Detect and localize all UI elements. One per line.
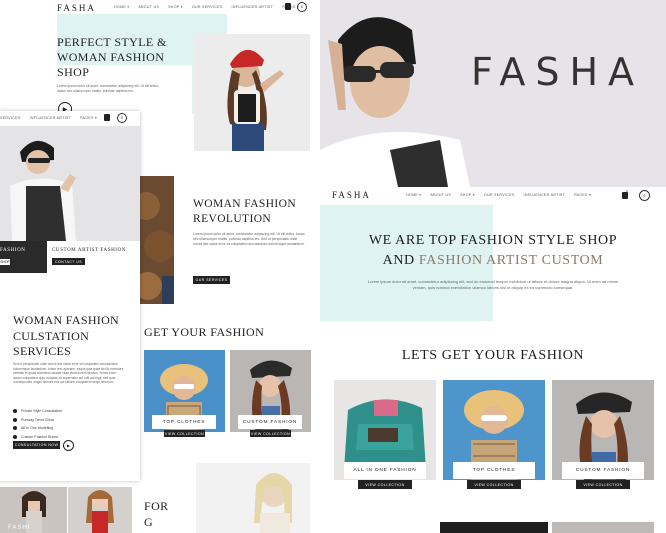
- panel-a-hero-text: Lorem ipsum dolor sit amet, consectetur …: [57, 84, 159, 93]
- check-icon: [13, 434, 17, 439]
- cart-icon[interactable]: [285, 3, 291, 10]
- nav-item-services[interactable]: SERVICES: [0, 116, 21, 120]
- panel-c: FASHA FASHA HOME ▾ ABOUT US SHOP ▾ OUR S…: [320, 0, 666, 533]
- view-collection-button[interactable]: VIEW COLLECTION: [467, 480, 521, 489]
- list-item-label: Private Style Consultation: [21, 409, 63, 414]
- panel-b-banner-left: FASHION: [0, 248, 26, 253]
- panel-b-nav: SERVICES INFLUENCER ARTIST PAGES ▾: [0, 116, 97, 120]
- card-label-top-clothes: TOP CLOTHES: [453, 462, 535, 479]
- panel-b-banner-dark: [0, 241, 47, 273]
- nav-item-about[interactable]: ABOUT US: [430, 193, 451, 197]
- panel-a-revolution-text: Lorem ipsum dolor sit amet, consectetur …: [193, 232, 305, 246]
- panel-b-services-text: Sed ut perspiciatis unde omnis iste natu…: [13, 362, 124, 385]
- bottom-dark-block: [440, 522, 548, 533]
- search-icon[interactable]: ⌕: [639, 190, 650, 201]
- panel-c-nav: HOME ▾ ABOUT US SHOP ▾ OUR SERVICES INFL…: [406, 193, 591, 197]
- card-label-top-clothes: TOP CLOTHES: [152, 415, 216, 429]
- view-collection-button[interactable]: VIEW COLLECTION: [576, 480, 630, 489]
- panel-a-logo[interactable]: FASHA: [57, 3, 96, 13]
- cart-icon[interactable]: [622, 192, 628, 199]
- panel-c-headline-2: AND FASHION ARTIST CUSTOM: [320, 253, 666, 269]
- our-services-button[interactable]: OUR SERVICES: [193, 276, 230, 284]
- nav-item-home[interactable]: HOME ▾: [114, 5, 129, 9]
- list-item: All In One Modelling: [13, 424, 123, 433]
- panel-a-revolution-title: WOMAN FASHION REVOLUTION: [193, 198, 297, 225]
- headline-plain: AND: [382, 253, 415, 268]
- panel-a-bottom-fashion: FASHI: [8, 525, 31, 531]
- nav-item-services[interactable]: OUR SERVICES: [192, 5, 223, 9]
- bottom-blonde-photo: [196, 463, 310, 533]
- panel-a-g-text: G: [144, 515, 153, 529]
- panel-a-hero-title: PERFECT STYLE & WOMAN FASHION SHOP: [57, 35, 167, 79]
- search-icon[interactable]: ⌕: [297, 2, 307, 12]
- headline-accent: FASHION ARTIST CUSTOM: [418, 253, 604, 268]
- panel-b-banner-right: CUSTOM ARTIST FASHION: [52, 248, 126, 253]
- panel-a-get-fashion-title: GET YOUR FASHION: [144, 325, 265, 339]
- list-item-label: Runway Trend Show: [21, 417, 55, 422]
- panel-b-hero-photo: [0, 126, 140, 241]
- bottom-photo-red-dress: [68, 487, 132, 533]
- panel-b-services-title: WOMAN FASHION CULSTATION SERVICES: [13, 313, 120, 358]
- panel-c-logo[interactable]: FASHA: [332, 190, 371, 200]
- card-label-custom-fashion: CUSTOM FASHION: [562, 462, 644, 479]
- list-item-label: Custom Fashion Brand: [21, 434, 58, 439]
- search-icon[interactable]: ⌕: [117, 113, 127, 123]
- nav-item-about[interactable]: ABOUT US: [138, 5, 159, 9]
- nav-item-pages[interactable]: PAGES ▾: [574, 193, 591, 197]
- view-collection-button[interactable]: VIEW COLLECTION: [250, 430, 291, 437]
- panel-c-headline-1: WE ARE TOP FASHION STYLE SHOP: [368, 233, 618, 248]
- card-label-all-in-one: ALL IN ONE FASHION: [344, 462, 426, 479]
- nav-item-pages[interactable]: PAGES ▾: [80, 116, 97, 120]
- list-item: Runway Trend Show: [13, 416, 123, 425]
- hero-photo-red-beanie: [194, 34, 310, 151]
- check-icon: [13, 417, 17, 422]
- services-list: Private Style Consultation Runway Trend …: [13, 407, 123, 441]
- curly-hair-photo: [140, 176, 174, 304]
- list-item: Private Style Consultation: [13, 407, 123, 416]
- bottom-grey-block: [552, 522, 654, 533]
- nav-item-influencer[interactable]: INFLUENCER ARTIST: [524, 193, 566, 197]
- check-icon: [13, 426, 17, 431]
- view-collection-button[interactable]: VIEW COLLECTION: [358, 480, 412, 489]
- panel-b-banner-btn-left[interactable]: SHOP: [0, 259, 10, 265]
- panel-a-nav: HOME ▾ ABOUT US SHOP ▾ OUR SERVICES INFL…: [114, 5, 299, 9]
- nav-item-influencer[interactable]: INFLUENCER ARTIST: [232, 5, 274, 9]
- panel-b: SERVICES INFLUENCER ARTIST PAGES ▾ ⌕ FAS…: [0, 111, 140, 481]
- nav-item-shop[interactable]: SHOP ▾: [460, 193, 475, 197]
- nav-item-services[interactable]: OUR SERVICES: [484, 193, 515, 197]
- panel-c-body: Lorem ipsum dolor sit amet, consectetur …: [367, 279, 619, 290]
- cart-icon[interactable]: [104, 114, 110, 121]
- panel-c-hero-word: FASHA: [471, 50, 645, 94]
- contact-us-button[interactable]: CONTACT US: [52, 258, 85, 265]
- play-button[interactable]: ▶: [63, 440, 74, 451]
- nav-item-home[interactable]: HOME ▾: [406, 193, 421, 197]
- consultation-now-button[interactable]: CONSULTATION NOW: [13, 441, 60, 449]
- list-item-label: All In One Modelling: [21, 426, 54, 431]
- nav-item-influencer[interactable]: INFLUENCER ARTIST: [30, 116, 72, 120]
- panel-a-for-text: FOR: [144, 499, 169, 513]
- cart-count-badge: 0: [626, 189, 628, 193]
- card-label-custom-fashion: CUSTOM FASHION: [238, 415, 302, 429]
- view-collection-button[interactable]: VIEW COLLECTION: [164, 430, 205, 437]
- check-icon: [13, 409, 17, 414]
- panel-c-get-title: LETS GET YOUR FASHION: [401, 348, 585, 363]
- nav-item-shop[interactable]: SHOP ▾: [168, 5, 183, 9]
